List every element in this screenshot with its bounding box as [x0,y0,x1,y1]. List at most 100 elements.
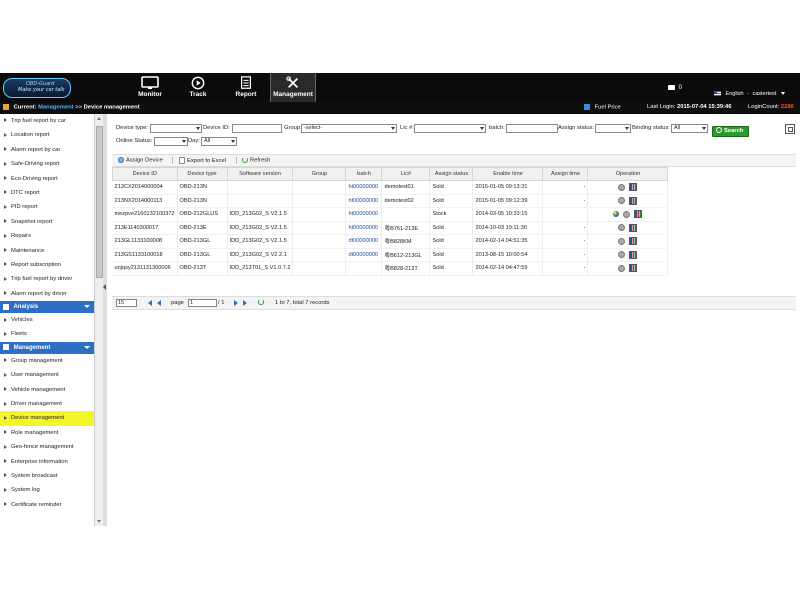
day-select[interactable]: All [201,137,237,146]
refresh-button[interactable]: Refresh [242,157,270,164]
sidebar-item-fleets[interactable]: Fleets [0,327,94,341]
sidebar-collapse-handle[interactable] [103,114,107,526]
table-row[interactable]: mezpve2160132100372 OBD-212GLUS IDD_213G02… [112,207,669,222]
nav-track[interactable]: Track [176,73,220,102]
sidebar-item-dtc-report[interactable]: DTC report [0,186,94,200]
column-header[interactable]: Group [292,167,347,181]
column-header[interactable]: batch [345,167,383,181]
settings-icon[interactable] [623,210,631,218]
scroll-up-icon[interactable] [97,117,101,120]
collapse-arrow-icon[interactable] [103,284,106,290]
breadcrumb-section[interactable]: Management [38,105,73,111]
fuel-price-link[interactable]: Fuel Price [584,104,621,111]
settings-icon[interactable] [618,237,626,245]
camera-counter[interactable]: 0 [668,85,682,91]
sidebar-item-trip-fuel-report-by-driver[interactable]: Trip fuel report by driver [0,272,94,286]
table-row[interactable]: 213E1140300017 OBD-213E IDD_213G02_S V2.1.… [112,221,669,235]
column-header[interactable]: Assign status [429,167,474,181]
sidebar-item-vehicles[interactable]: Vehicles [0,313,94,327]
sidebar-item-geo-fence-management[interactable]: Geo-fence management [0,440,94,454]
scroll-down-icon[interactable] [97,520,101,523]
sidebar-section-management[interactable]: Management [0,341,94,354]
chart-icon[interactable] [629,250,638,259]
chart-icon[interactable] [634,210,643,219]
lic-select[interactable] [414,124,486,133]
sidebar-scrollbar[interactable] [94,114,103,526]
settings-icon[interactable] [618,183,626,191]
device-id-input[interactable] [232,124,282,133]
cell-batch[interactable]: ht00000000 [345,194,383,208]
prev-page-icon[interactable] [157,300,161,306]
scrollbar-thumb[interactable] [96,126,103,278]
table-row[interactable]: 213NX2014000113 OBD-213N ht00000000 demotes… [112,194,669,208]
cell-batch[interactable]: dt00000000 [345,248,383,262]
sidebar-item-report-subscription[interactable]: Report subscription [0,258,94,272]
assign-device-button[interactable]: Assign Device [118,157,163,164]
table-row[interactable]: 213GL1133100008 OBD-213GL IDD_213G02_S V2.… [112,234,669,249]
table-row[interactable]: unjqsy2131131300006 OBD-213T IDD_213T01_S … [112,261,669,276]
sidebar-item-safe-driving-report[interactable]: Safe-Driving report [0,157,94,171]
search-button[interactable]: Search [712,126,749,137]
chart-icon[interactable] [629,264,638,273]
group-select[interactable]: -select- [301,124,397,133]
cell-batch[interactable]: ht00000000 [345,180,383,195]
online-status-select[interactable] [154,137,188,146]
cell-batch[interactable] [345,261,383,276]
batch-input[interactable] [506,124,558,133]
sidebar-item-device-management[interactable]: Device management [0,411,94,426]
refresh-icon[interactable] [258,299,264,305]
chart-icon[interactable] [629,223,638,232]
chart-icon[interactable] [629,196,638,205]
last-page-icon[interactable] [243,300,247,306]
device-type-select[interactable] [150,124,202,133]
sidebar-item-location-report[interactable]: Location report [0,128,94,142]
language-user-box[interactable]: English - castertest [714,91,785,97]
cell-batch[interactable]: ht00000000 [345,207,383,222]
sidebar-item-enterprise-information[interactable]: Enterprise information [0,455,94,469]
sidebar-item-pid-report[interactable]: PID report [0,200,94,214]
chart-icon[interactable] [629,237,638,246]
app-logo[interactable]: OBD-Guard Make your car talk [3,78,71,98]
sidebar-item-repairs[interactable]: Repairs [0,229,94,243]
settings-icon[interactable] [618,197,626,205]
first-page-icon[interactable] [148,300,152,306]
chart-icon[interactable] [629,183,638,192]
assign-status-select[interactable] [595,124,631,133]
column-header[interactable]: Enable time [472,167,544,181]
settings-icon[interactable] [618,264,626,272]
sidebar-item-alarm-report-by-driver[interactable]: Alarm report by driver [0,287,94,301]
binding-status-select[interactable]: All [671,124,708,133]
nav-report[interactable]: Report [224,73,268,102]
sidebar-item-snapshot-report[interactable]: Snapshot report [0,215,94,229]
expand-icon[interactable] [785,124,795,134]
sidebar-item-trip-fuel-report-by-car[interactable]: Trip fuel report by car [0,114,94,128]
sidebar-item-alarm-report-by-car[interactable]: Alarm report by car [0,143,94,157]
sidebar-item-system-log[interactable]: System log [0,483,94,497]
sidebar-item-vehicle-management[interactable]: Vehicle management [0,383,94,397]
column-header[interactable]: Device ID [112,167,178,181]
column-header[interactable]: Assign time [542,167,589,181]
sidebar-item-certificate-reminder[interactable]: Certificate reminder [0,498,94,512]
sidebar-item-user-management[interactable]: User management [0,368,94,382]
column-header[interactable]: Lic# [381,167,431,181]
cell-batch[interactable]: dt00000000 [345,234,383,249]
sidebar-item-maintenance[interactable]: Maintenance [0,244,94,258]
page-number-input[interactable]: 1 [188,299,217,307]
settings-icon[interactable] [618,224,626,232]
export-excel-button[interactable]: Export to Excel [179,157,226,164]
sidebar-item-group-management[interactable]: Group management [0,354,94,368]
table-row[interactable]: 213CX2014000004 OBD-213N ht00000000 demotes… [112,180,669,195]
nav-monitor[interactable]: Monitor [128,73,172,102]
sidebar-item-system-broadcast[interactable]: System broadcast [0,469,94,483]
cell-batch[interactable]: ht00000000 [345,221,383,235]
sidebar-item-driver-management[interactable]: Driver management [0,397,94,411]
next-page-icon[interactable] [234,300,238,306]
column-header[interactable]: Device type [176,167,228,181]
settings-icon[interactable] [618,251,626,259]
column-header[interactable]: Software version [226,167,294,181]
sidebar-item-role-management[interactable]: Role management [0,426,94,440]
table-row[interactable]: 213GS1133100018 OBD-213GL IDD_213G02_S V2.… [112,248,669,262]
nav-management[interactable]: Management [270,73,316,102]
sidebar-section-analysis[interactable]: Analysis [0,301,94,314]
page-size-select[interactable]: 15 [116,299,137,307]
